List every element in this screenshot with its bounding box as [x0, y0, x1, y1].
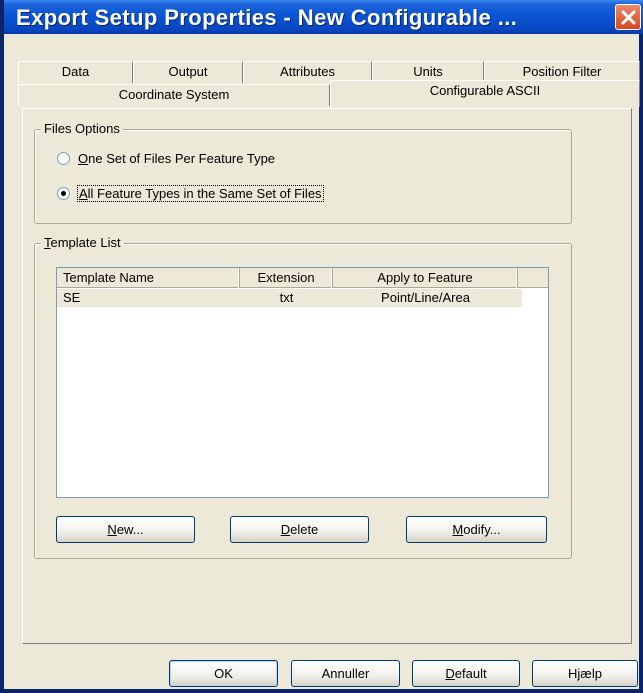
column-template-name[interactable]: Template Name	[57, 268, 240, 288]
column-extension[interactable]: Extension	[240, 268, 333, 288]
default-button-label: Default	[445, 666, 487, 681]
template-list-title: Template List	[41, 235, 124, 250]
radio-all-in-same-set[interactable]: All Feature Types in the Same Set of Fil…	[57, 185, 324, 202]
template-list-view[interactable]: Template Name Extension Apply to Feature…	[56, 267, 549, 498]
cancel-button-label: Annuller	[321, 666, 370, 681]
cancel-button[interactable]: Annuller	[291, 660, 400, 687]
new-template-button[interactable]: New...	[56, 516, 195, 543]
table-row[interactable]: SE txt Point/Line/Area	[57, 289, 522, 307]
ok-button[interactable]: OK	[169, 660, 278, 687]
delete-template-button[interactable]: Delete	[230, 516, 369, 543]
tab-output[interactable]: Output	[133, 61, 243, 83]
title-bar[interactable]: Export Setup Properties - New Configurab…	[4, 0, 643, 34]
modify-button-label: Modify...	[452, 522, 501, 537]
tab-data-label: Data	[61, 64, 90, 79]
column-template-name-label: Template Name	[63, 270, 155, 285]
column-apply-label: Apply to Feature	[377, 270, 473, 285]
tab-configurable-ascii[interactable]: Configurable ASCII	[330, 80, 640, 107]
radio-one-set-per-feature[interactable]: One Set of Files Per Feature Type	[57, 151, 275, 166]
column-apply-to-feature[interactable]: Apply to Feature	[333, 268, 518, 288]
close-button[interactable]	[615, 4, 641, 30]
files-options-group: Files Options	[34, 121, 572, 224]
radio-one-set-label: One Set of Files Per Feature Type	[78, 151, 276, 166]
new-button-label: New...	[107, 522, 144, 537]
tab-units-label: Units	[413, 64, 443, 79]
radio-circle	[57, 152, 70, 165]
files-options-title: Files Options	[41, 121, 123, 136]
help-button[interactable]: Hjælp	[532, 660, 638, 687]
ok-button-label: OK	[214, 666, 233, 681]
tab-data[interactable]: Data	[18, 61, 133, 83]
radio-circle-selected	[57, 187, 70, 200]
cell-apply-to-feature: Point/Line/Area	[381, 290, 470, 305]
tab-attributes-label: Attributes	[280, 64, 335, 79]
tab-coordinate-system[interactable]: Coordinate System	[18, 84, 330, 106]
cell-template-name: SE	[63, 290, 81, 305]
close-icon	[621, 10, 636, 25]
dialog-window: Export Setup Properties - New Configurab…	[0, 0, 643, 693]
modify-template-button[interactable]: Modify...	[406, 516, 547, 543]
delete-button-label: Delete	[280, 522, 319, 537]
cell-extension: txt	[279, 290, 294, 305]
window-title: Export Setup Properties - New Configurab…	[16, 5, 518, 30]
tab-position-filter-label: Position Filter	[522, 64, 602, 79]
column-extension-label: Extension	[257, 270, 315, 285]
radio-dot	[61, 191, 66, 196]
tab-configurable-ascii-label: Configurable ASCII	[429, 83, 541, 98]
radio-all-in-same-set-label: All Feature Types in the Same Set of Fil…	[77, 185, 324, 202]
tab-row-2: Coordinate System Configurable ASCII	[18, 80, 640, 107]
list-header: Template Name Extension Apply to Feature	[57, 268, 548, 288]
default-button[interactable]: Default	[412, 660, 520, 687]
tab-coordinate-system-label: Coordinate System	[118, 87, 230, 102]
help-button-label: Hjælp	[568, 666, 602, 681]
tab-output-label: Output	[168, 64, 208, 79]
